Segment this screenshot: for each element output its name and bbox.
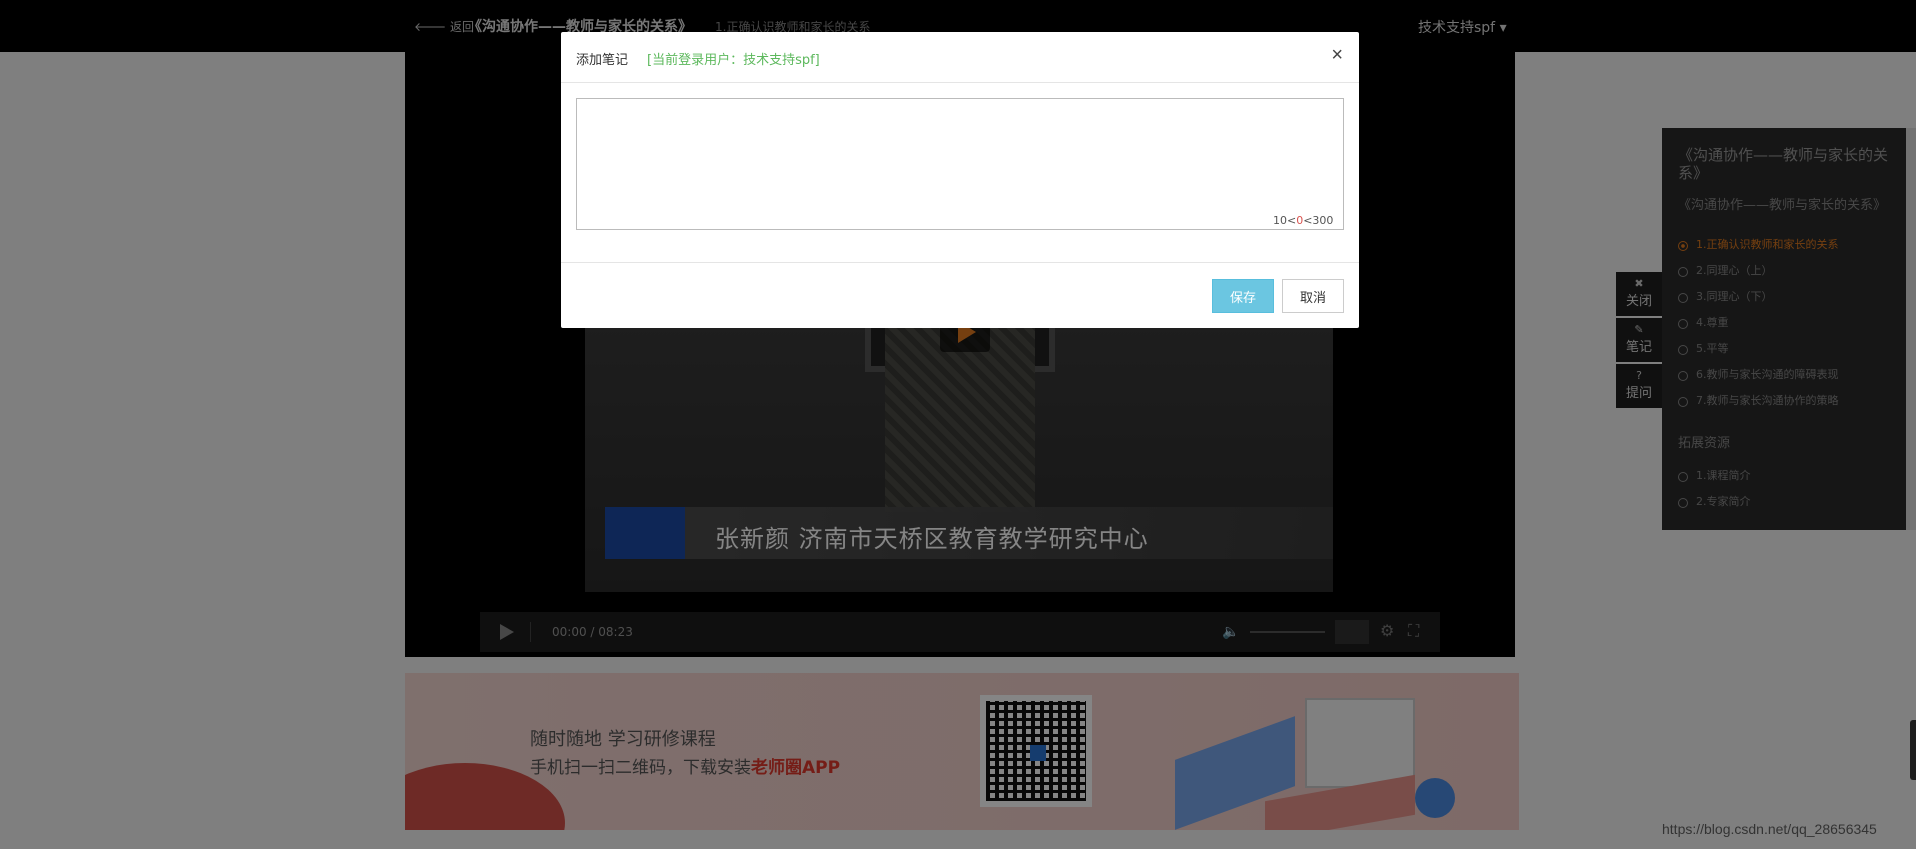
- cancel-button[interactable]: 取消: [1282, 279, 1344, 313]
- counter-min: 10<: [1273, 214, 1297, 227]
- dialog-header: 添加笔记 [当前登录用户：技术支持spf] ×: [561, 32, 1359, 83]
- dialog-footer: 保存 取消: [561, 262, 1359, 327]
- watermark: https://blog.csdn.net/qq_28656345: [1662, 821, 1877, 837]
- note-textarea[interactable]: [576, 98, 1344, 230]
- save-button[interactable]: 保存: [1212, 279, 1274, 313]
- dialog-body: 10<0<300: [561, 83, 1359, 262]
- add-note-dialog: 添加笔记 [当前登录用户：技术支持spf] × 10<0<300 保存 取消: [561, 32, 1359, 328]
- current-user-label: [当前登录用户：技术支持spf]: [647, 53, 820, 68]
- char-counter: 10<0<300: [1273, 214, 1333, 227]
- counter-max: <300: [1303, 214, 1334, 227]
- close-icon[interactable]: ×: [1331, 44, 1343, 67]
- dialog-title: 添加笔记: [576, 53, 629, 68]
